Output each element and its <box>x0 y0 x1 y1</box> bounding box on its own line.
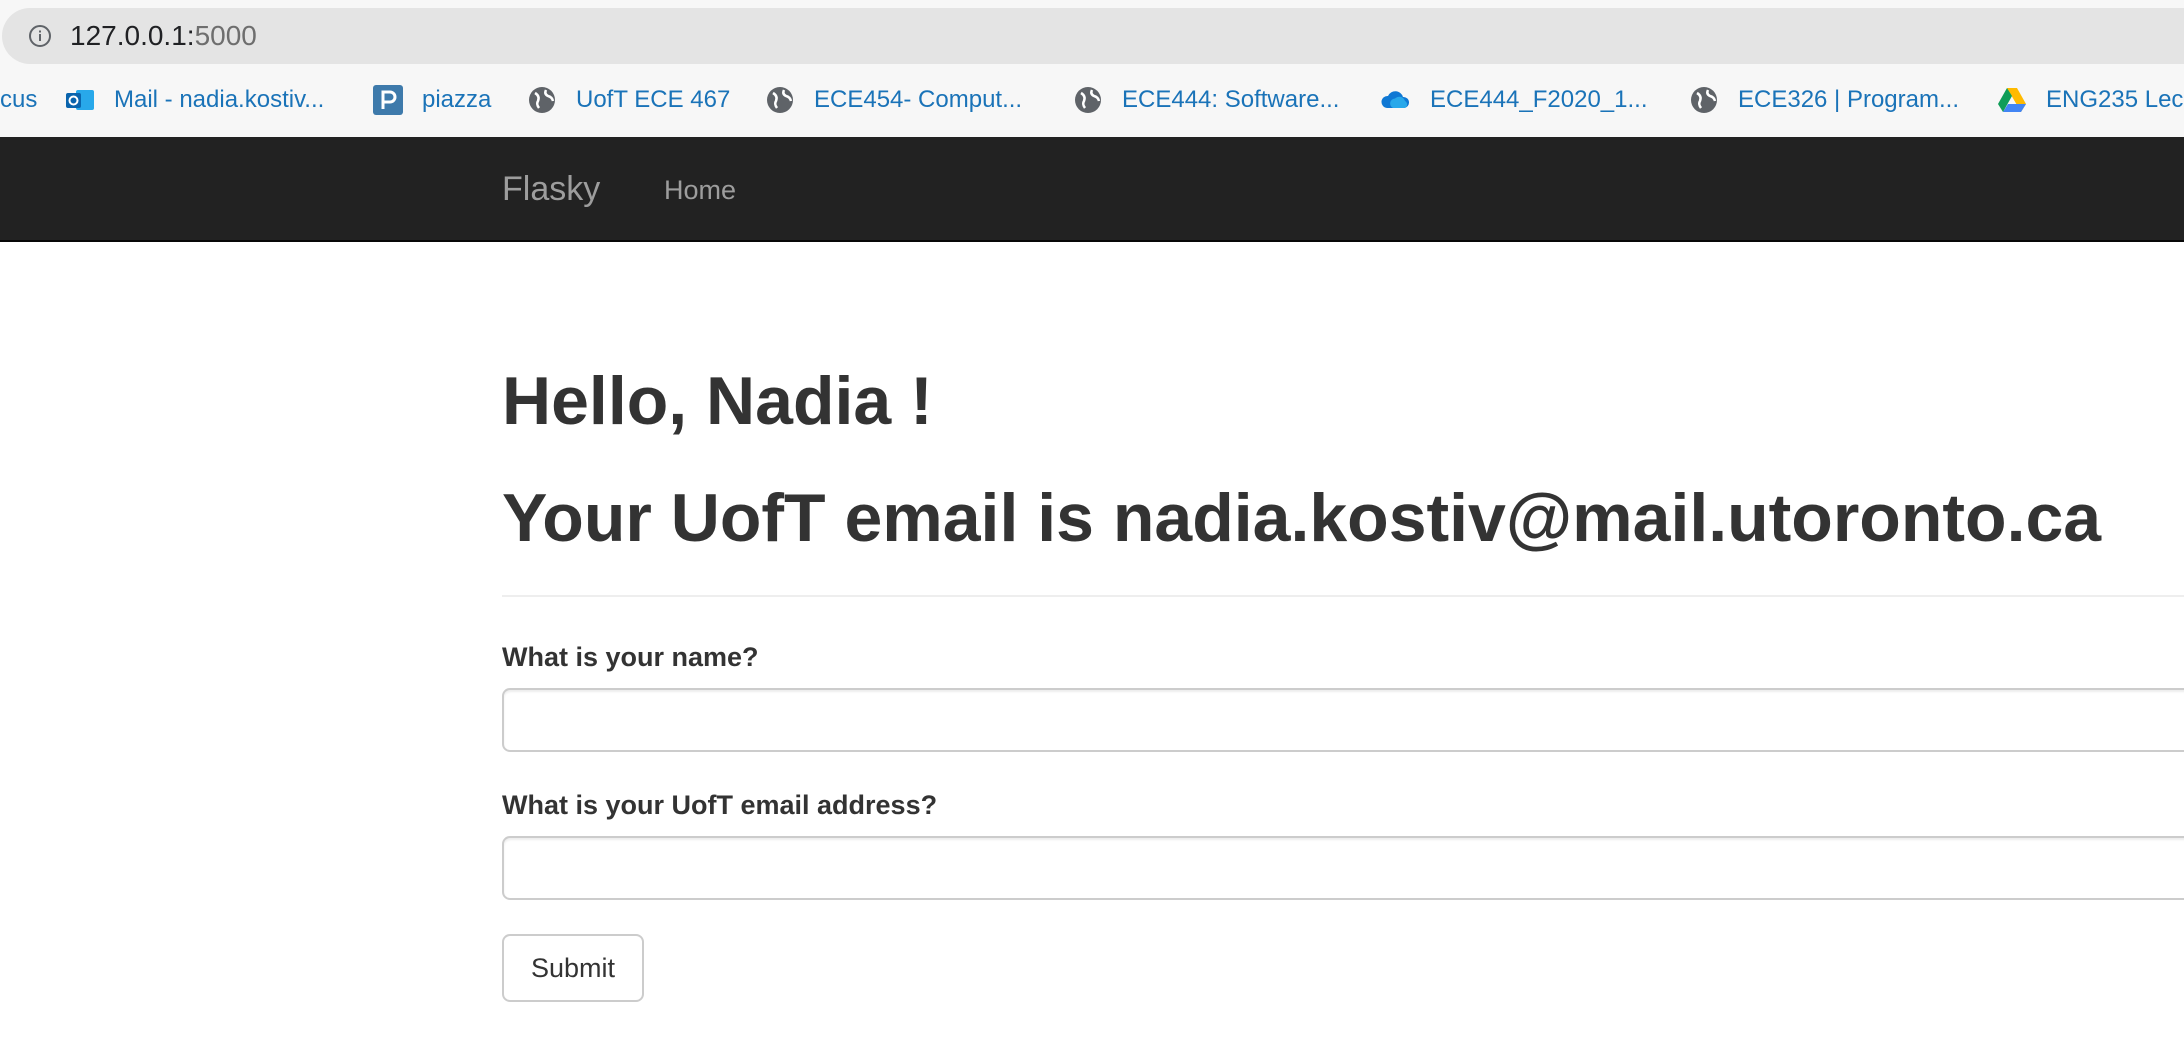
bookmark-label: ECE326 | Program... <box>1738 86 1959 113</box>
nav-home-link[interactable]: Home <box>664 175 736 205</box>
name-input[interactable] <box>502 688 2184 752</box>
globe-icon <box>767 87 793 113</box>
bookmark-eng235[interactable]: ENG235 Lec <box>1996 80 2183 120</box>
globe-icon <box>1075 87 1101 113</box>
submit-button[interactable]: Submit <box>502 934 644 1002</box>
bookmark-ece454[interactable]: ECE454- Comput... <box>764 80 1022 120</box>
bookmark-label: ECE444_F2020_1... <box>1430 86 1648 113</box>
email-label: What is your UofT email address? <box>502 790 938 820</box>
outlook-icon <box>66 90 94 110</box>
bookmark-label: UofT ECE 467 <box>576 86 731 113</box>
navbar: Flasky Home <box>0 137 2184 242</box>
url-text[interactable]: 127.0.0.1:5000 <box>70 21 257 51</box>
bookmark-label: cus <box>0 86 38 113</box>
onedrive-icon <box>1381 91 1410 108</box>
address-bar[interactable]: 127.0.0.1:5000 <box>2 8 2184 64</box>
piazza-icon <box>373 85 403 115</box>
info-icon[interactable] <box>28 24 52 48</box>
brand-link[interactable]: Flasky <box>502 170 600 208</box>
greeting-heading: Hello, Nadia ! <box>502 363 933 439</box>
globe-icon <box>529 87 555 113</box>
bookmark-uoft-ece467[interactable]: UofT ECE 467 <box>526 80 730 120</box>
globe-icon <box>1691 87 1717 113</box>
bookmark-label: Mail - nadia.kostiv... <box>114 86 325 113</box>
bookmark-label: piazza <box>422 86 492 113</box>
browser-chrome: 127.0.0.1:5000 cus Mail - nadia.kostiv..… <box>0 0 2184 138</box>
bookmark-cus[interactable]: cus <box>0 80 37 120</box>
url-port: 5000 <box>194 20 257 51</box>
google-drive-icon <box>1998 88 2026 112</box>
bookmarks-bar: cus Mail - nadia.kostiv... piazza UofT E… <box>0 80 2184 120</box>
bookmark-piazza[interactable]: piazza <box>372 80 491 120</box>
bookmark-mail[interactable]: Mail - nadia.kostiv... <box>64 80 324 120</box>
bookmark-label: ECE454- Comput... <box>814 86 1023 113</box>
email-heading: Your UofT email is nadia.kostiv@mail.uto… <box>502 480 2102 556</box>
bookmark-ece326[interactable]: ECE326 | Program... <box>1688 80 1959 120</box>
bookmark-ece444[interactable]: ECE444: Software... <box>1072 80 1339 120</box>
name-label: What is your name? <box>502 642 759 672</box>
bookmark-ece444-f2020[interactable]: ECE444_F2020_1... <box>1380 80 1648 120</box>
email-input[interactable] <box>502 836 2184 900</box>
bookmark-label: ECE444: Software... <box>1122 86 1340 113</box>
bookmark-label: ENG235 Lec <box>2046 86 2184 113</box>
url-host: 127.0.0.1: <box>70 20 195 51</box>
divider <box>502 595 2184 597</box>
